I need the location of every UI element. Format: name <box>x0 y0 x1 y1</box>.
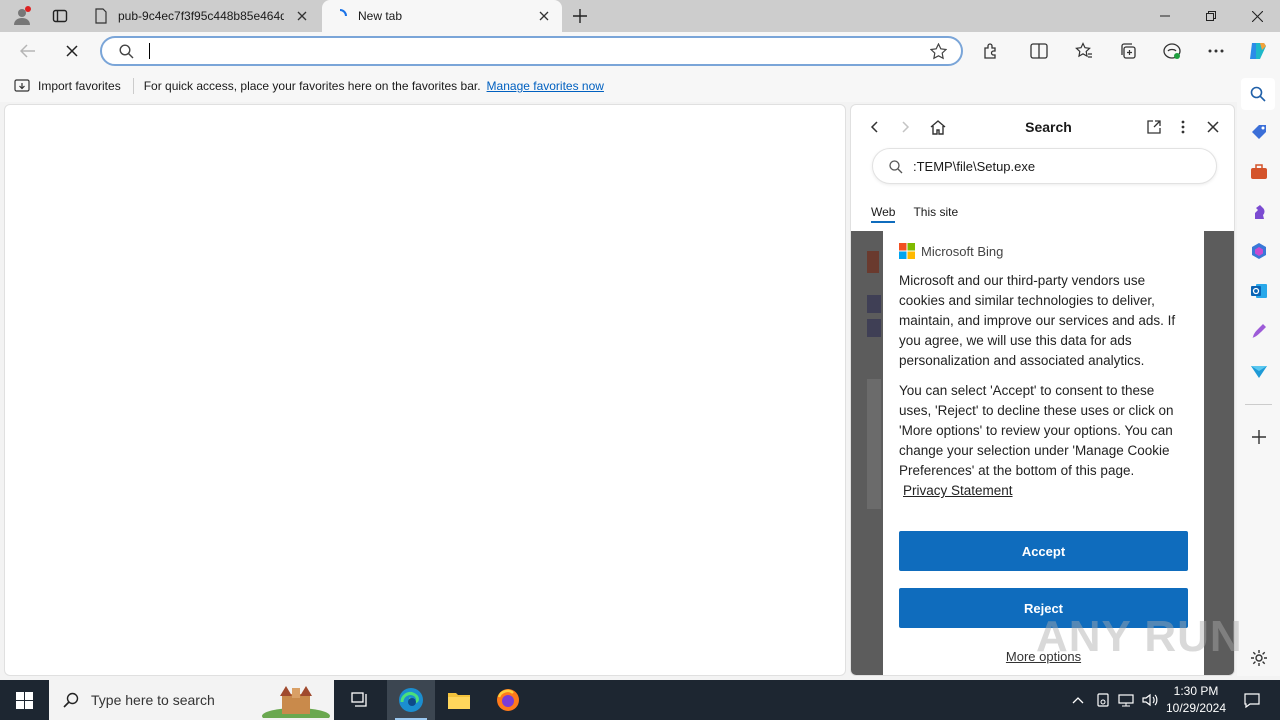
obscured-logo <box>867 251 879 273</box>
microsoft-logo-icon <box>899 243 915 259</box>
tab-actions-icon[interactable] <box>46 4 74 28</box>
results-overlay: Microsoft Bing Microsoft and our third-p… <box>851 231 1234 675</box>
drop-send-icon[interactable] <box>1246 358 1272 384</box>
tab-pub[interactable]: pub-9c4ec7f3f95c448b85e464d2b <box>84 0 320 32</box>
loading-favicon-icon <box>339 9 347 17</box>
stop-loading-icon[interactable] <box>57 36 87 66</box>
browser-essentials-icon[interactable] <box>1156 36 1188 66</box>
sidebar-settings-icon[interactable] <box>1246 645 1272 671</box>
tools-briefcase-icon[interactable] <box>1246 159 1272 185</box>
search-side-pane: Search :TEMP\file\Setup.exe Web This sit… <box>850 104 1235 676</box>
clock-date: 10/29/2024 <box>1165 701 1227 715</box>
right-sidebar <box>1237 70 1280 676</box>
microsoft-365-icon[interactable] <box>1246 238 1272 264</box>
split-screen-icon[interactable] <box>1023 36 1055 66</box>
clock-time: 1:30 PM <box>1173 684 1219 698</box>
text-caret <box>149 43 150 59</box>
bing-brand: Microsoft Bing <box>899 241 1188 261</box>
sidebar-divider <box>1245 404 1272 405</box>
pane-search-query[interactable]: :TEMP\file\Setup.exe <box>913 159 1035 174</box>
notifications-icon[interactable] <box>1232 680 1272 720</box>
import-favorites-icon <box>14 78 30 92</box>
minimize-icon[interactable] <box>1142 0 1188 32</box>
import-favorites-label: Import favorites <box>38 79 121 93</box>
shopping-tag-icon[interactable] <box>1246 119 1272 145</box>
designer-icon[interactable] <box>1246 318 1272 344</box>
taskbar-search-box[interactable]: Type here to search <box>49 680 334 720</box>
import-favorites-button[interactable]: Import favorites <box>14 78 121 94</box>
close-tab-icon[interactable] <box>294 8 310 24</box>
open-in-new-tab-icon[interactable] <box>1142 115 1166 139</box>
favorites-icon[interactable] <box>1068 36 1100 66</box>
taskbar-search-placeholder: Type here to search <box>91 692 215 708</box>
page-content <box>4 104 846 676</box>
consent-paragraph-1: Microsoft and our third-party vendors us… <box>899 273 1176 368</box>
search-icon <box>63 692 79 708</box>
close-pane-icon[interactable] <box>1201 115 1225 139</box>
edge-taskbar-icon[interactable] <box>387 680 435 720</box>
tab-web[interactable]: Web <box>871 205 896 223</box>
windows-start-icon[interactable] <box>0 680 48 720</box>
search-icon <box>889 160 903 174</box>
outlook-icon[interactable] <box>1246 278 1272 304</box>
network-icon[interactable] <box>1115 680 1137 720</box>
close-window-icon[interactable] <box>1234 0 1280 32</box>
close-tab-icon[interactable] <box>536 8 552 24</box>
tab-title: pub-9c4ec7f3f95c448b85e464d2b <box>118 9 284 23</box>
search-icon <box>119 44 134 59</box>
tab-strip: pub-9c4ec7f3f95c448b85e464d2b New tab <box>0 0 1280 32</box>
divider <box>132 78 134 94</box>
file-explorer-icon[interactable] <box>435 680 483 720</box>
obscured-heading <box>867 319 881 337</box>
obscured-heading <box>867 295 881 313</box>
games-chess-icon[interactable] <box>1246 198 1272 224</box>
new-tab-plus-icon[interactable] <box>566 4 594 28</box>
volume-icon[interactable] <box>1138 680 1162 720</box>
pane-header: Search <box>851 105 1234 149</box>
sidebar-search-icon[interactable] <box>1241 78 1275 110</box>
favorite-star-icon[interactable] <box>930 43 947 60</box>
copilot-icon[interactable] <box>1242 36 1274 66</box>
consent-paragraph-2: You can select 'Accept' to consent to th… <box>899 381 1188 501</box>
add-sidebar-app-icon[interactable] <box>1246 424 1272 450</box>
pane-scope-tabs: Web This site <box>871 205 958 223</box>
system-clock[interactable]: 1:30 PM 10/29/2024 <box>1160 683 1232 717</box>
show-hidden-icons-chevron-icon[interactable] <box>1066 680 1090 720</box>
collections-icon[interactable] <box>1112 36 1144 66</box>
settings-more-icon[interactable] <box>1200 36 1232 66</box>
brand-name: Microsoft Bing <box>921 243 1004 259</box>
toolbar <box>0 32 1280 70</box>
tab-title: New tab <box>358 9 403 23</box>
privacy-statement-link[interactable]: Privacy Statement <box>903 481 1013 501</box>
back-arrow-icon[interactable] <box>13 36 43 66</box>
tab-this-site[interactable]: This site <box>913 205 958 223</box>
restore-icon[interactable] <box>1188 0 1234 32</box>
firefox-icon[interactable] <box>484 680 532 720</box>
task-view-icon[interactable] <box>336 680 384 720</box>
favorites-bar: Import favorites For quick access, place… <box>0 70 1237 102</box>
anyrun-watermark: ANY RUN <box>1036 612 1243 661</box>
obscured-text <box>867 379 881 509</box>
manage-favorites-link[interactable]: Manage favorites now <box>487 79 604 93</box>
consent-paragraph-2-text: You can select 'Accept' to consent to th… <box>899 383 1174 478</box>
accept-button[interactable]: Accept <box>899 531 1188 571</box>
pane-more-icon[interactable] <box>1171 115 1195 139</box>
page-icon <box>95 8 107 24</box>
pane-search-box[interactable]: :TEMP\file\Setup.exe <box>872 148 1217 184</box>
address-bar[interactable] <box>100 36 963 66</box>
profile-avatar-icon[interactable] <box>8 4 36 28</box>
device-icon[interactable] <box>1092 680 1114 720</box>
favorites-bar-message: For quick access, place your favorites h… <box>143 79 481 93</box>
extensions-icon[interactable] <box>975 36 1007 66</box>
taskbar: Type here to search 1:30 PM 10/29/2024 <box>0 680 1280 720</box>
search-highlight-castle-icon <box>262 686 330 718</box>
cookie-consent-dialog: Microsoft Bing Microsoft and our third-p… <box>883 231 1204 675</box>
tab-new-tab[interactable]: New tab <box>322 0 562 32</box>
